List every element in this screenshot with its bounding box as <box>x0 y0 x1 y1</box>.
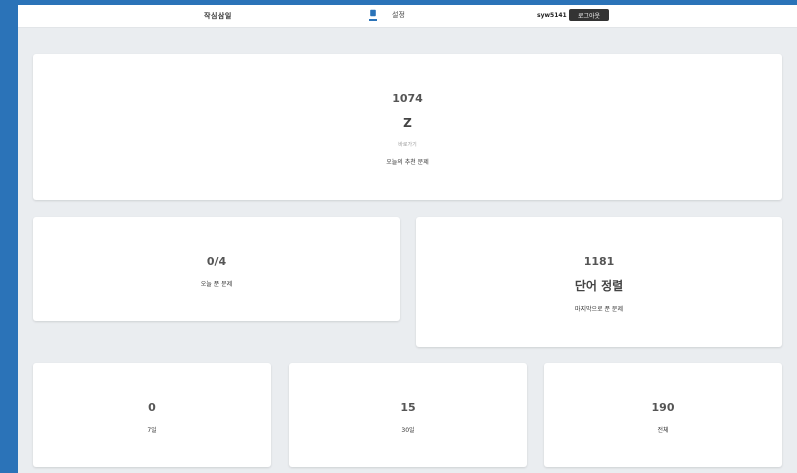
brand-logo[interactable]: 작심삼일 <box>204 11 232 21</box>
today-solved-caption: 오늘 푼 문제 <box>200 281 233 288</box>
stat-card-7days: 0 7일 <box>33 363 271 467</box>
settings-nav-link[interactable]: 설정 <box>392 10 405 20</box>
top-navbar: 작심삼일 설정 syw5141 로그아웃 <box>18 5 797 28</box>
stat-value: 15 <box>400 401 416 414</box>
shortcut-link[interactable]: 바로가기 <box>33 141 782 148</box>
last-solved-title: 단어 정렬 <box>574 279 624 293</box>
today-solved-count: 0/4 <box>206 255 227 268</box>
last-solved-card: 1181 단어 정렬 마지막으로 푼 문제 <box>416 217 782 347</box>
stat-caption: 7일 <box>147 427 157 434</box>
stat-value: 190 <box>651 401 675 414</box>
stat-value: 0 <box>148 401 156 414</box>
stat-caption: 전체 <box>657 427 669 434</box>
active-nav-indicator <box>369 19 377 21</box>
home-icon <box>370 9 376 17</box>
home-nav-link[interactable] <box>367 9 379 23</box>
stat-card-30days: 15 30일 <box>289 363 527 467</box>
recommended-problem-card: 1074 Z 바로가기 오늘의 추천 문제 <box>33 54 782 200</box>
today-solved-card: 0/4 오늘 푼 문제 <box>33 217 400 321</box>
recommended-problem-number: 1074 <box>392 92 423 105</box>
app-container: 작심삼일 설정 syw5141 로그아웃 1074 Z 바로가기 오늘의 추천 … <box>18 5 797 473</box>
stat-caption: 30일 <box>401 427 415 434</box>
window-left-border <box>0 0 18 473</box>
logout-button[interactable]: 로그아웃 <box>569 9 609 21</box>
last-solved-caption: 마지막으로 푼 문제 <box>575 306 623 313</box>
username-label: syw5141 <box>537 12 567 19</box>
last-solved-number: 1181 <box>583 255 615 268</box>
recommended-problem-caption: 오늘의 추천 문제 <box>386 159 429 166</box>
stat-card-total: 190 전체 <box>544 363 782 467</box>
recommended-problem-title: Z <box>403 116 412 130</box>
